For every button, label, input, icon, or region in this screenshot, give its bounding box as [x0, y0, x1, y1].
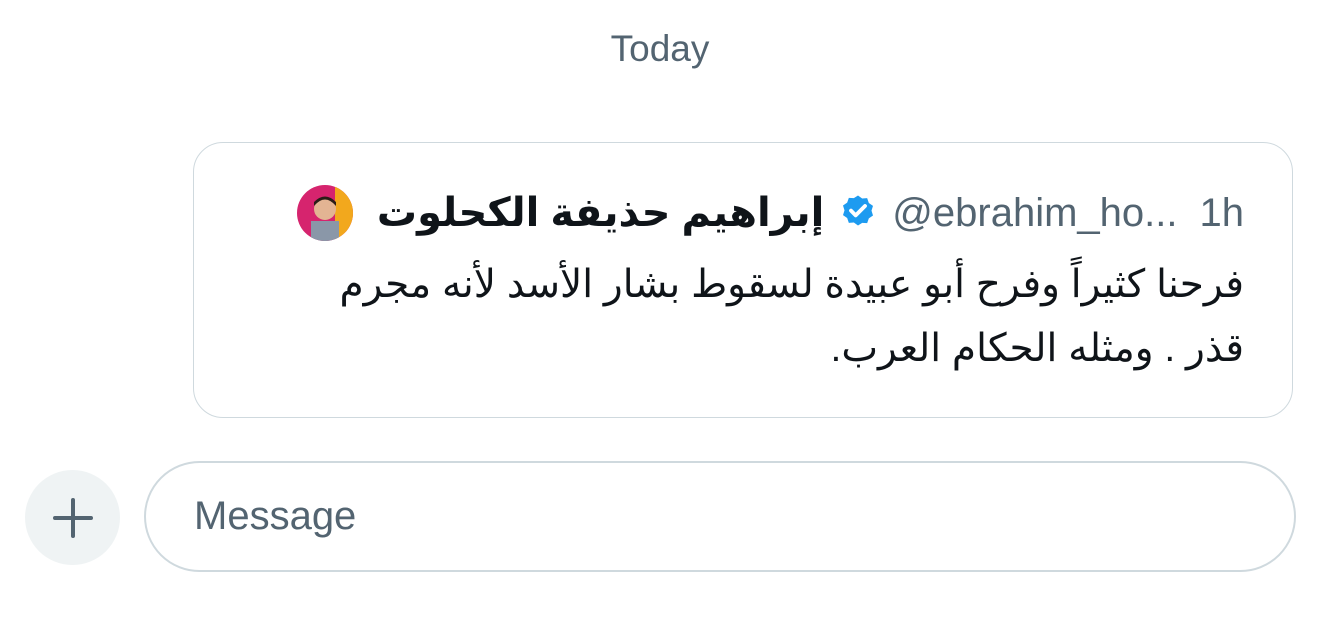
date-separator: Today — [610, 28, 710, 69]
author-name[interactable]: إبراهيم حذيفة الكحلوت — [377, 190, 824, 236]
author-handle[interactable]: @ebrahim_ho... — [892, 191, 1177, 236]
avatar[interactable] — [296, 185, 353, 241]
message-input[interactable] — [144, 461, 1296, 572]
post-header: إبراهيم حذيفة الكحلوت @ebrahim_ho... 1h — [296, 181, 1245, 245]
add-attachment-button[interactable] — [25, 470, 120, 565]
quoted-post-card[interactable]: إبراهيم حذيفة الكحلوت @ebrahim_ho... 1h … — [193, 142, 1293, 418]
post-text: فرحنا كثيراً وفرح أبو عبيدة لسقوط بشار ا… — [339, 263, 1244, 370]
post-timestamp[interactable]: 1h — [1200, 191, 1245, 236]
plus-icon — [52, 497, 93, 538]
verified-badge-icon — [843, 195, 874, 226]
